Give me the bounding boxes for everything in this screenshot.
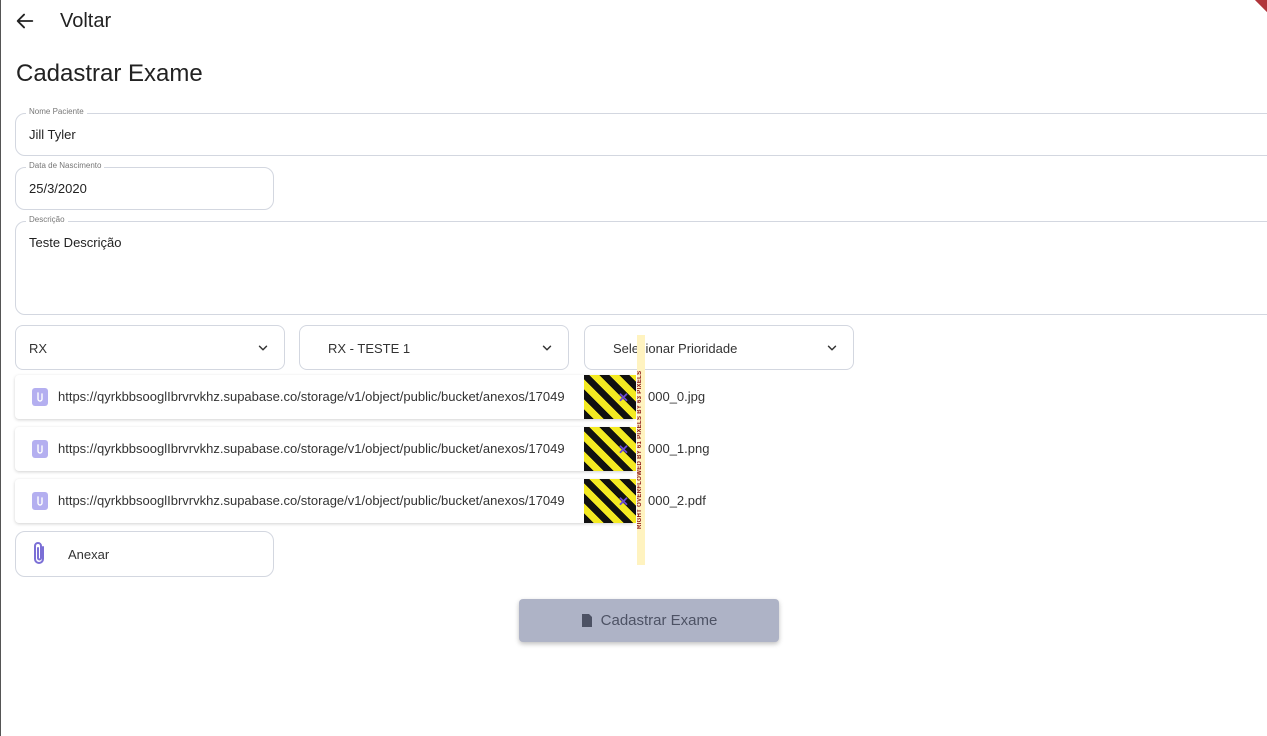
description-field[interactable]: Descrição Teste Descrição: [15, 215, 1267, 315]
birth-date-value: 25/3/2020: [29, 181, 87, 196]
attachment-suffix: 000_0.jpg: [648, 389, 706, 404]
patient-name-value: Jill Tyler: [29, 127, 76, 142]
description-value: Teste Descrição: [29, 235, 122, 250]
exam-type-value: RX: [29, 341, 48, 356]
exam-subtype-value: RX - TESTE 1: [328, 341, 411, 356]
priority-value: Selecionar Prioridade: [613, 341, 738, 356]
paperclip-icon: [34, 542, 44, 564]
chevron-down-icon: [542, 345, 552, 351]
attachment-item[interactable]: https://qyrkbbsooglIbrvrvkhz.supabase.co…: [15, 479, 706, 523]
page-title: Cadastrar Exame: [16, 60, 203, 87]
file-icon: [581, 614, 592, 627]
overflow-warning: RIGHT OVERFLOWED BY 61 PIXELS BY 63 PIXE…: [637, 335, 645, 565]
attachment-item[interactable]: https://qyrkbbsooglIbrvrvkhz.supabase.co…: [15, 375, 705, 419]
attachment-url: https://qyrkbbsooglIbrvrvkhz.supabase.co…: [58, 389, 565, 404]
back-label: Voltar: [60, 9, 112, 32]
description-label: Descrição: [26, 215, 68, 224]
chevron-down-icon: [258, 345, 268, 351]
priority-select[interactable]: Selecionar Prioridade: [584, 325, 854, 370]
attachment-suffix: 000_2.pdf: [648, 493, 706, 508]
submit-label: Cadastrar Exame: [600, 612, 718, 629]
close-icon[interactable]: ✕: [618, 494, 629, 510]
attach-label: Anexar: [68, 547, 110, 562]
exam-type-select[interactable]: RX: [15, 325, 285, 370]
paperclip-icon: [32, 492, 48, 510]
paperclip-icon: [32, 388, 48, 406]
patient-name-field[interactable]: Nome Paciente Jill Tyler: [15, 107, 1267, 156]
arrow-left-icon: [16, 13, 34, 29]
birth-date-field[interactable]: Data de Nascimento 25/3/2020: [15, 161, 274, 210]
close-icon[interactable]: ✕: [618, 442, 629, 458]
close-icon[interactable]: ✕: [618, 390, 629, 406]
patient-name-label: Nome Paciente: [26, 107, 87, 116]
birth-date-label: Data de Nascimento: [26, 161, 105, 170]
back-button[interactable]: Voltar: [14, 6, 111, 36]
chevron-down-icon: [827, 345, 837, 351]
paperclip-icon: [32, 440, 48, 458]
attachment-url: https://qyrkbbsooglIbrvrvkhz.supabase.co…: [58, 441, 565, 456]
attachment-suffix: 000_1.png: [648, 441, 710, 456]
window-edge: [0, 0, 1, 736]
debug-banner: [1241, 0, 1267, 26]
attachment-url: https://qyrkbbsooglIbrvrvkhz.supabase.co…: [58, 493, 565, 508]
exam-subtype-select[interactable]: RX - TESTE 1: [299, 325, 569, 370]
submit-exam-button[interactable]: Cadastrar Exame: [519, 599, 779, 642]
attach-button[interactable]: Anexar: [15, 531, 274, 577]
attachment-item[interactable]: https://qyrkbbsooglIbrvrvkhz.supabase.co…: [15, 427, 709, 471]
